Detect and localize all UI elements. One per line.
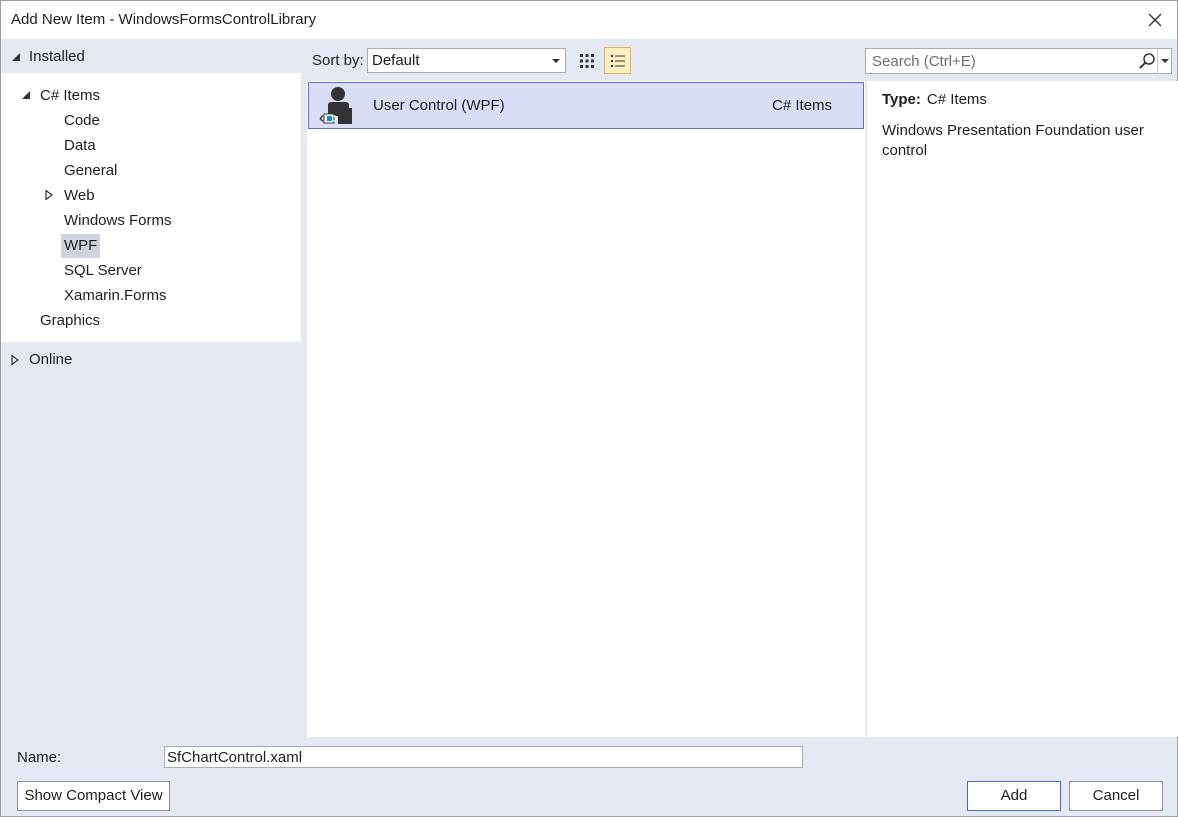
- installed-subtree: C# Items Code Data General Web Windows F…: [1, 73, 301, 342]
- item-name: User Control (WPF): [373, 97, 505, 114]
- grid-view-icon: [579, 53, 594, 68]
- sort-by-value: Default: [372, 52, 420, 69]
- tree-label-installed: Installed: [29, 48, 85, 65]
- show-compact-view-button[interactable]: Show Compact View: [17, 781, 170, 811]
- tree-node-csharp-items[interactable]: C# Items: [37, 84, 103, 108]
- tree-node-xamarin-forms[interactable]: Xamarin.Forms: [61, 284, 170, 308]
- item-category: C# Items: [771, 97, 832, 114]
- tree-node-code[interactable]: Code: [61, 109, 103, 133]
- expand-triangle-icon[interactable]: [9, 354, 21, 366]
- tree-node-web[interactable]: Web: [61, 184, 98, 208]
- details-panel: Type: C# Items Windows Presentation Found…: [867, 81, 1178, 737]
- chevron-down-icon: [1161, 59, 1169, 63]
- tree-node-wpf[interactable]: WPF: [61, 234, 101, 258]
- tree-label-online: Online: [29, 351, 73, 368]
- close-icon: [1148, 13, 1162, 27]
- detail-type: Type: C# Items: [882, 91, 987, 108]
- add-new-item-dialog: Add New Item - WindowsFormsControlLibrar…: [0, 0, 1178, 817]
- detail-type-key: Type:: [882, 91, 921, 108]
- tree-node-general[interactable]: General: [61, 159, 120, 183]
- search-input[interactable]: [867, 50, 1137, 72]
- category-tree: Installed C# Items Code Data General Web…: [1, 39, 301, 739]
- sort-by-dropdown[interactable]: Default: [367, 48, 566, 73]
- detail-description: Windows Presentation Foundation user con…: [882, 122, 1144, 159]
- collapse-triangle-icon[interactable]: [20, 89, 32, 101]
- name-input[interactable]: [164, 746, 803, 768]
- detail-type-value: C# Items: [926, 91, 987, 108]
- chevron-down-icon: [552, 59, 560, 63]
- expand-triangle-icon[interactable]: [43, 189, 55, 201]
- add-button[interactable]: Add: [967, 781, 1061, 811]
- tree-node-graphics[interactable]: Graphics: [37, 309, 103, 333]
- list-item[interactable]: User Control (WPF) C# Items: [308, 82, 864, 129]
- close-button[interactable]: [1139, 5, 1171, 35]
- search-icon[interactable]: [1138, 52, 1156, 70]
- search-options-dropdown[interactable]: [1157, 49, 1171, 73]
- list-view-icon: [610, 54, 625, 67]
- user-control-wpf-icon: [319, 87, 352, 124]
- window-title: Add New Item - WindowsFormsControlLibrar…: [11, 11, 317, 28]
- template-list: User Control (WPF) C# Items: [307, 81, 865, 737]
- grid-view-button[interactable]: [573, 47, 600, 74]
- search-box: [865, 48, 1172, 74]
- list-view-button[interactable]: [604, 47, 631, 74]
- collapse-triangle-icon[interactable]: [10, 51, 22, 63]
- title-bar: Add New Item - WindowsFormsControlLibrar…: [1, 1, 1177, 39]
- tree-node-data[interactable]: Data: [61, 134, 99, 158]
- sort-by-label: Sort by:: [312, 52, 364, 69]
- tree-node-online[interactable]: Online: [1, 347, 301, 373]
- name-label: Name:: [17, 749, 62, 766]
- tree-node-windows-forms[interactable]: Windows Forms: [61, 209, 175, 233]
- cancel-button[interactable]: Cancel: [1069, 781, 1163, 811]
- tree-node-installed[interactable]: Installed: [1, 39, 301, 73]
- tree-node-sql-server[interactable]: SQL Server: [61, 259, 145, 283]
